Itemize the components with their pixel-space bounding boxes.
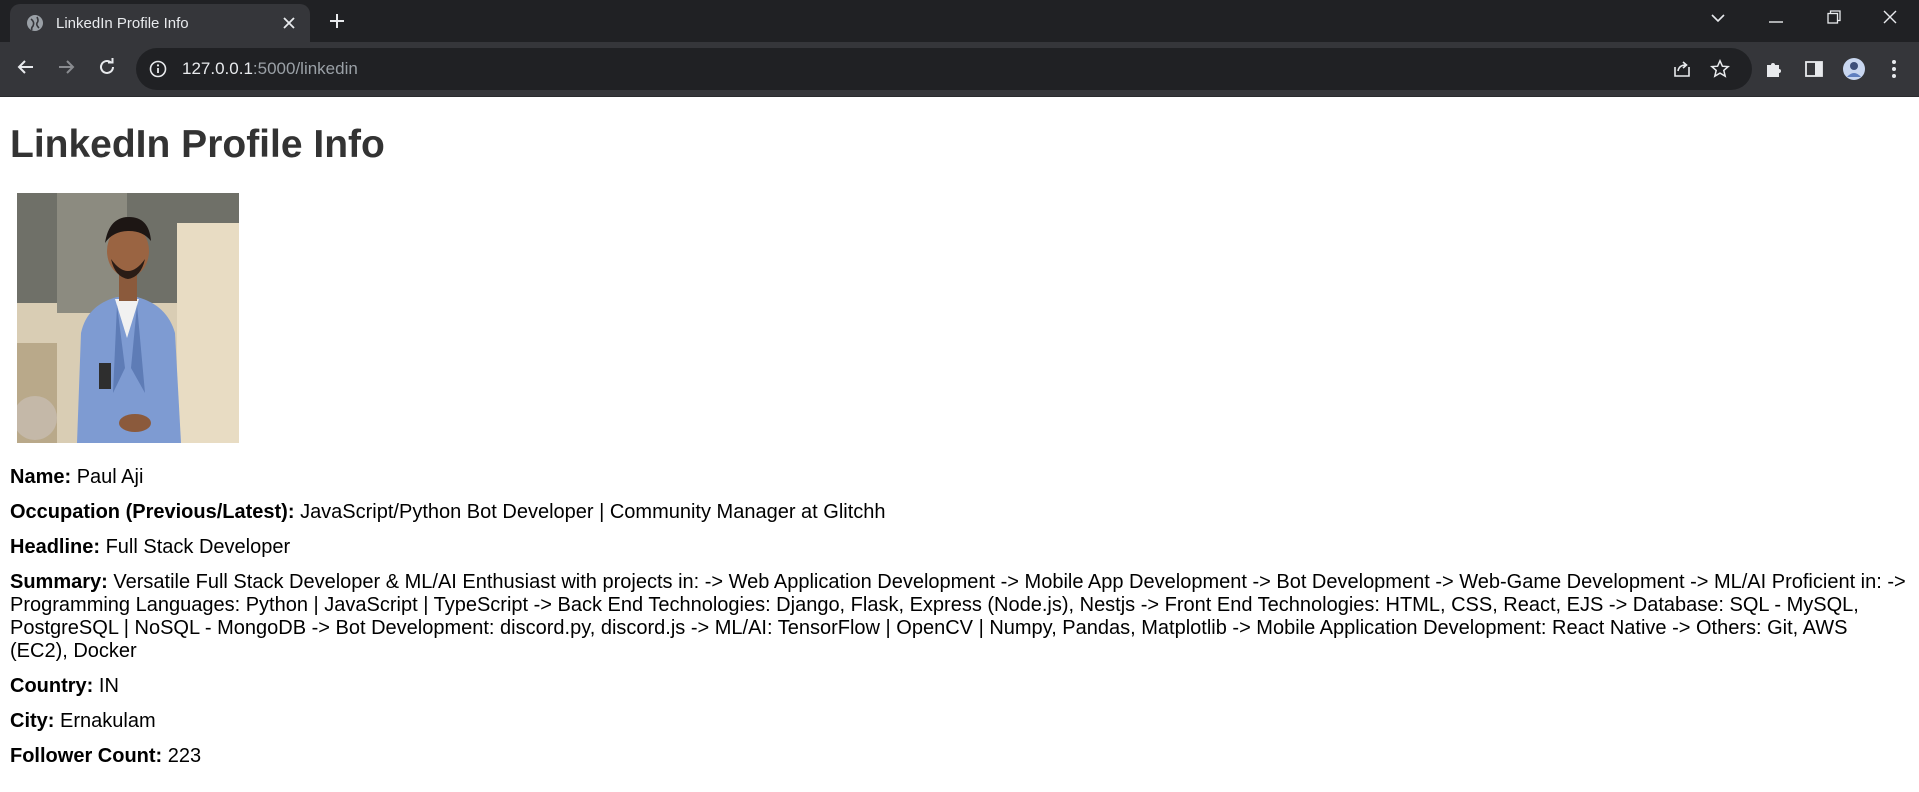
field-value: Versatile Full Stack Developer & ML/AI E…: [10, 571, 1906, 662]
page-content: LinkedIn Profile Info Name: Paul Aji Occ…: [0, 123, 1919, 768]
browser-toolbar: 127.0.0.1:5000/linkedin: [0, 42, 1919, 97]
field-value: JavaScript/Python Bot Developer | Commun…: [300, 501, 886, 523]
reload-icon: [98, 57, 116, 81]
minimize-button[interactable]: [1756, 0, 1796, 38]
browser-tab-strip: LinkedIn Profile Info: [0, 0, 1919, 42]
field-headline: Headline: Full Stack Developer: [10, 536, 1909, 559]
restore-icon: [1827, 9, 1841, 29]
field-label: Name:: [10, 466, 72, 488]
field-value: Full Stack Developer: [105, 536, 291, 558]
close-icon: [1883, 10, 1897, 29]
forward-button[interactable]: [50, 53, 82, 85]
share-icon[interactable]: [1670, 57, 1694, 81]
field-label: Occupation (Previous/Latest):: [10, 501, 295, 523]
close-icon[interactable]: [276, 10, 302, 36]
field-summary: Summary: Versatile Full Stack Developer …: [10, 571, 1909, 663]
close-window-button[interactable]: [1870, 0, 1910, 38]
tab-search-button[interactable]: [1698, 0, 1738, 38]
field-follower-count: Follower Count: 223: [10, 745, 1909, 768]
chevron-down-icon: [1711, 10, 1725, 28]
reload-button[interactable]: [91, 53, 123, 85]
info-icon[interactable]: [148, 59, 168, 79]
plus-icon: [329, 13, 345, 34]
address-bar[interactable]: 127.0.0.1:5000/linkedin: [136, 48, 1752, 90]
new-tab-button[interactable]: [322, 8, 352, 38]
globe-icon: [26, 14, 44, 32]
field-value: 223: [167, 745, 202, 767]
profile-photo: [17, 193, 239, 443]
field-label: Follower Count:: [10, 745, 163, 767]
url-path: :5000/linkedin: [252, 59, 358, 78]
tab-title: LinkedIn Profile Info: [56, 14, 189, 32]
url-host: 127.0.0.1: [182, 59, 253, 78]
field-city: City: Ernakulam: [10, 710, 1909, 733]
field-value: Paul Aji: [76, 466, 144, 488]
side-panel-icon[interactable]: [1798, 53, 1830, 85]
field-value: IN: [98, 675, 119, 697]
puzzle-icon[interactable]: [1758, 53, 1790, 85]
kebab-menu-icon[interactable]: [1878, 53, 1910, 85]
avatar-icon[interactable]: [1838, 53, 1870, 85]
restore-button[interactable]: [1814, 0, 1854, 38]
field-value: Ernakulam: [60, 710, 156, 732]
back-button[interactable]: [10, 53, 42, 85]
field-label: Summary:: [10, 571, 108, 593]
field-label: City:: [10, 710, 55, 732]
star-icon[interactable]: [1708, 57, 1732, 81]
field-occupation: Occupation (Previous/Latest): JavaScript…: [10, 501, 1909, 524]
url-text[interactable]: 127.0.0.1:5000/linkedin: [182, 59, 358, 79]
browser-tab[interactable]: LinkedIn Profile Info: [10, 4, 310, 42]
field-country: Country: IN: [10, 675, 1909, 698]
forward-arrow-icon: [57, 58, 75, 81]
field-label: Headline:: [10, 536, 101, 558]
field-name: Name: Paul Aji: [10, 466, 1909, 489]
back-arrow-icon: [17, 58, 35, 81]
page-title: LinkedIn Profile Info: [10, 123, 385, 166]
field-label: Country:: [10, 675, 94, 697]
minimize-icon: [1769, 10, 1783, 28]
